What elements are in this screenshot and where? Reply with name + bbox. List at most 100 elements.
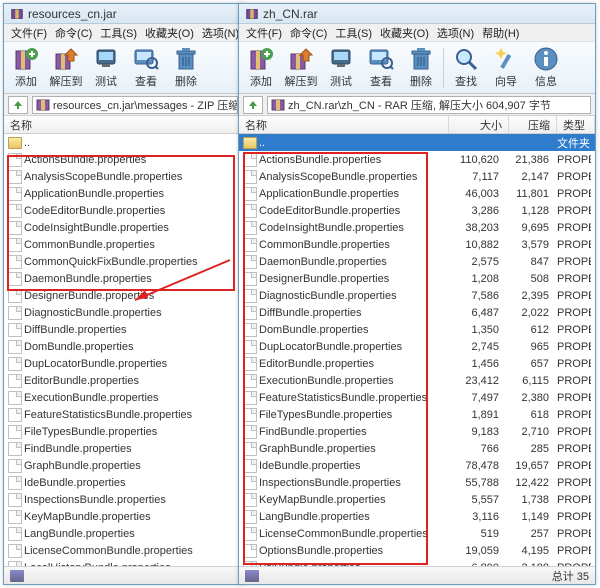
- list-item[interactable]: LicenseCommonBundle.properties: [4, 542, 242, 559]
- list-item[interactable]: PsiBundle.properties6,8902,188PROPE: [239, 559, 595, 566]
- list-item[interactable]: InspectionsBundle.properties: [4, 491, 242, 508]
- file-list-right[interactable]: ..文件夹ActionsBundle.properties110,62021,3…: [239, 134, 595, 566]
- list-item[interactable]: KeyMapBundle.properties: [4, 508, 242, 525]
- menu-command[interactable]: 命令(C): [287, 25, 330, 41]
- file-list-left[interactable]: ..ActionsBundle.propertiesAnalysisScopeB…: [4, 134, 242, 566]
- list-item[interactable]: EditorBundle.properties1,456657PROPE: [239, 355, 595, 372]
- list-item[interactable]: DomBundle.properties: [4, 338, 242, 355]
- menu-file[interactable]: 文件(F): [243, 25, 285, 41]
- toolbar-delete[interactable]: 删除: [166, 44, 206, 92]
- address-field[interactable]: resources_cn.jar\messages - ZIP 压缩: [32, 96, 238, 114]
- list-item[interactable]: FindBundle.properties9,1832,710PROPE: [239, 423, 595, 440]
- file-name: DaemonBundle.properties: [259, 256, 445, 268]
- toolbar-view[interactable]: 查看: [126, 44, 166, 92]
- file-icon: [243, 221, 257, 235]
- file-packed: 2,380: [505, 392, 553, 404]
- menu-command[interactable]: 命令(C): [52, 25, 95, 41]
- list-item[interactable]: CommonBundle.properties: [4, 236, 242, 253]
- list-item[interactable]: LangBundle.properties3,1161,149PROPE: [239, 508, 595, 525]
- titlebar-right[interactable]: zh_CN.rar: [239, 4, 595, 24]
- toolbar-add[interactable]: 添加: [6, 44, 46, 92]
- toolbar-delete[interactable]: 删除: [401, 44, 441, 92]
- list-item[interactable]: InspectionsBundle.properties55,78812,422…: [239, 474, 595, 491]
- list-item[interactable]: LangBundle.properties: [4, 525, 242, 542]
- toolbar-extract[interactable]: 解压到: [281, 44, 321, 92]
- list-item[interactable]: FileTypesBundle.properties: [4, 423, 242, 440]
- view-icon: [368, 46, 394, 72]
- file-packed: 11,801: [505, 188, 553, 200]
- menu-favorites[interactable]: 收藏夹(O): [377, 25, 432, 41]
- col-header-name[interactable]: 名称: [4, 116, 242, 133]
- menu-options[interactable]: 选项(N): [199, 25, 242, 41]
- menu-help[interactable]: 帮助(H): [479, 25, 522, 41]
- list-item[interactable]: ActionsBundle.properties: [4, 151, 242, 168]
- toolbar-info[interactable]: 信息: [526, 44, 566, 92]
- list-item-updir[interactable]: ..: [4, 134, 242, 151]
- list-item[interactable]: CodeEditorBundle.properties: [4, 202, 242, 219]
- toolbar-extract[interactable]: 解压到: [46, 44, 86, 92]
- list-item[interactable]: OptionsBundle.properties19,0594,195PROPE: [239, 542, 595, 559]
- list-item[interactable]: FeatureStatisticsBundle.properties: [4, 406, 242, 423]
- list-item[interactable]: DiffBundle.properties6,4872,022PROPE: [239, 304, 595, 321]
- list-item[interactable]: FeatureStatisticsBundle.properties7,4972…: [239, 389, 595, 406]
- titlebar-left[interactable]: resources_cn.jar: [4, 4, 242, 24]
- list-item[interactable]: DesignerBundle.properties: [4, 287, 242, 304]
- list-item[interactable]: DiffBundle.properties: [4, 321, 242, 338]
- list-item[interactable]: DesignerBundle.properties1,208508PROPE: [239, 270, 595, 287]
- menu-tools[interactable]: 工具(S): [97, 25, 140, 41]
- col-header-size[interactable]: 大小: [449, 116, 509, 133]
- list-item[interactable]: EditorBundle.properties: [4, 372, 242, 389]
- list-item[interactable]: DupLocatorBundle.properties2,745965PROPE: [239, 338, 595, 355]
- toolbar-test[interactable]: 测试: [321, 44, 361, 92]
- list-item[interactable]: GraphBundle.properties: [4, 457, 242, 474]
- list-item[interactable]: KeyMapBundle.properties5,5571,738PROPE: [239, 491, 595, 508]
- list-item[interactable]: ActionsBundle.properties110,62021,386PRO…: [239, 151, 595, 168]
- toolbar-test[interactable]: 测试: [86, 44, 126, 92]
- statusbar-left: [4, 566, 242, 584]
- list-item[interactable]: DaemonBundle.properties: [4, 270, 242, 287]
- list-item[interactable]: IdeBundle.properties: [4, 474, 242, 491]
- list-item[interactable]: CodeInsightBundle.properties38,2039,695P…: [239, 219, 595, 236]
- list-item[interactable]: IdeBundle.properties78,47819,657PROPE: [239, 457, 595, 474]
- list-item[interactable]: DomBundle.properties1,350612PROPE: [239, 321, 595, 338]
- toolbar-add[interactable]: 添加: [241, 44, 281, 92]
- address-field[interactable]: zh_CN.rar\zh_CN - RAR 压缩, 解压大小 604,907 字…: [267, 96, 591, 114]
- toolbar-wizard[interactable]: 向导: [486, 44, 526, 92]
- toolbar-view[interactable]: 查看: [361, 44, 401, 92]
- list-item[interactable]: CodeEditorBundle.properties3,2861,128PRO…: [239, 202, 595, 219]
- list-item[interactable]: ApplicationBundle.properties46,00311,801…: [239, 185, 595, 202]
- nav-up-button[interactable]: [8, 96, 28, 114]
- file-name: ExecutionBundle.properties: [259, 375, 445, 387]
- list-item[interactable]: LocalHistoryBundle.properties: [4, 559, 242, 566]
- list-item[interactable]: DiagnosticBundle.properties: [4, 304, 242, 321]
- list-item-updir[interactable]: ..文件夹: [239, 134, 595, 151]
- col-header-name[interactable]: 名称: [239, 116, 449, 133]
- list-item[interactable]: AnalysisScopeBundle.properties: [4, 168, 242, 185]
- list-item[interactable]: GraphBundle.properties766285PROPE: [239, 440, 595, 457]
- list-item[interactable]: LicenseCommonBundle.properties519257PROP…: [239, 525, 595, 542]
- list-item[interactable]: DupLocatorBundle.properties: [4, 355, 242, 372]
- list-item[interactable]: ExecutionBundle.properties: [4, 389, 242, 406]
- list-item[interactable]: FindBundle.properties: [4, 440, 242, 457]
- list-item[interactable]: ExecutionBundle.properties23,4126,115PRO…: [239, 372, 595, 389]
- file-icon: [243, 357, 257, 371]
- list-item[interactable]: CodeInsightBundle.properties: [4, 219, 242, 236]
- list-item[interactable]: DaemonBundle.properties2,575847PROPE: [239, 253, 595, 270]
- menu-favorites[interactable]: 收藏夹(O): [142, 25, 197, 41]
- menu-tools[interactable]: 工具(S): [332, 25, 375, 41]
- list-item[interactable]: FileTypesBundle.properties1,891618PROPE: [239, 406, 595, 423]
- file-name: GraphBundle.properties: [259, 443, 445, 455]
- menu-options[interactable]: 选项(N): [434, 25, 477, 41]
- col-header-type[interactable]: 类型: [557, 116, 595, 133]
- toolbar-find[interactable]: 查找: [446, 44, 486, 92]
- nav-up-button[interactable]: [243, 96, 263, 114]
- list-item[interactable]: CommonBundle.properties10,8823,579PROPE: [239, 236, 595, 253]
- list-item[interactable]: AnalysisScopeBundle.properties7,1172,147…: [239, 168, 595, 185]
- file-icon: [243, 187, 257, 201]
- list-item[interactable]: DiagnosticBundle.properties7,5862,395PRO…: [239, 287, 595, 304]
- file-type: PROPE: [553, 307, 591, 319]
- list-item[interactable]: CommonQuickFixBundle.properties: [4, 253, 242, 270]
- list-item[interactable]: ApplicationBundle.properties: [4, 185, 242, 202]
- col-header-packed[interactable]: 压缩: [509, 116, 557, 133]
- menu-file[interactable]: 文件(F): [8, 25, 50, 41]
